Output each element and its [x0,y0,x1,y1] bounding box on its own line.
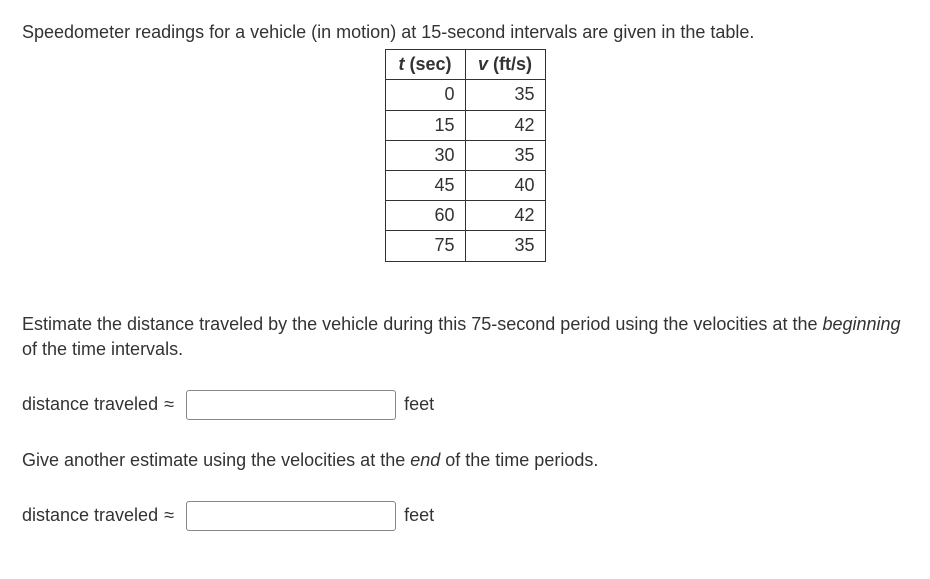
table-row: 60 42 [385,201,545,231]
cell-t: 60 [385,201,465,231]
table-row: 45 40 [385,170,545,200]
table-row: 15 42 [385,110,545,140]
answer-row-1: distance traveled ≈ feet [22,390,908,420]
table-row: 30 35 [385,140,545,170]
cell-v: 42 [465,201,545,231]
distance-input-2[interactable] [186,501,396,531]
data-table: t (sec) v (ft/s) 0 35 15 42 30 35 45 40 … [385,49,546,261]
intro-text: Speedometer readings for a vehicle (in m… [22,20,908,45]
cell-t: 30 [385,140,465,170]
cell-t: 75 [385,231,465,261]
table-header-t: t (sec) [385,50,465,80]
answer-label: distance traveled [22,503,158,528]
unit-label: feet [404,503,434,528]
answer-label: distance traveled [22,392,158,417]
cell-t: 15 [385,110,465,140]
unit-label: feet [404,392,434,417]
table-row: 0 35 [385,80,545,110]
approx-symbol: ≈ [164,392,180,417]
question-1: Estimate the distance traveled by the ve… [22,312,908,362]
cell-v: 35 [465,80,545,110]
answer-row-2: distance traveled ≈ feet [22,501,908,531]
cell-t: 45 [385,170,465,200]
question-2: Give another estimate using the velociti… [22,448,908,473]
distance-input-1[interactable] [186,390,396,420]
cell-v: 35 [465,231,545,261]
table-header-v: v (ft/s) [465,50,545,80]
approx-symbol: ≈ [164,503,180,528]
cell-v: 40 [465,170,545,200]
table-row: 75 35 [385,231,545,261]
cell-t: 0 [385,80,465,110]
cell-v: 35 [465,140,545,170]
cell-v: 42 [465,110,545,140]
